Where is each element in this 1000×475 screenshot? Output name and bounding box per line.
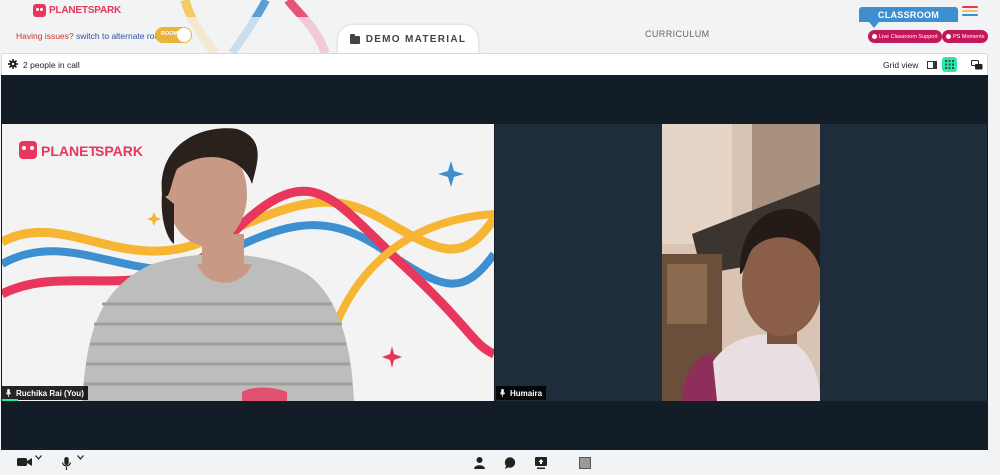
speaker-view-button[interactable] (924, 57, 939, 72)
demo-material-label: DEMO MATERIAL (365, 34, 467, 45)
audio-level-indicator (2, 399, 18, 401)
whiteboard-icon (579, 457, 591, 469)
connection-issues-text: Having issues? switch to alternate room (16, 31, 166, 41)
whiteboard-button[interactable] (579, 457, 591, 469)
screen-share-button[interactable] (535, 457, 547, 469)
screen-share-icon (535, 457, 547, 469)
gear-icon[interactable] (8, 59, 18, 69)
video-camera-icon (17, 458, 32, 466)
toggle-knob (177, 28, 191, 42)
participant-name: Humaira (510, 388, 543, 398)
camera-button[interactable] (17, 457, 33, 467)
participant-name-tag: Humaira (496, 386, 547, 400)
live-classroom-support-button[interactable]: Live Classroom Support (868, 30, 942, 43)
switch-room-link[interactable]: switch to alternate room (76, 31, 166, 41)
video-stage: PLANET SPARK Ruchika Rai (You) Humaira (1, 75, 988, 450)
chat-toggle-button[interactable] (969, 57, 984, 72)
support-icon (872, 34, 877, 39)
tab-curriculum[interactable]: CURRICULUM (645, 29, 710, 39)
robot-logo-icon (33, 4, 46, 17)
issues-label: Having issues? (16, 31, 74, 41)
ps-moments-button[interactable]: PS Moments (942, 30, 989, 43)
speaker-view-icon (926, 60, 937, 69)
camera-options-dropdown[interactable] (35, 455, 42, 460)
grid-view-icon (945, 60, 954, 69)
live-support-label: Live Classroom Support (879, 33, 938, 40)
people-in-call-count: 2 people in call (23, 60, 80, 70)
microphone-icon (6, 389, 11, 397)
microphone-options-dropdown[interactable] (77, 455, 84, 460)
participants-button[interactable] (474, 457, 485, 469)
chat-button[interactable] (504, 457, 516, 469)
microphone-icon (62, 457, 71, 470)
planetspark-logo: PLANETSPARK (33, 4, 121, 17)
tab-classroom[interactable]: CLASSROOM (859, 7, 958, 28)
person-icon (474, 457, 485, 469)
room-toggle-label: ROOM (161, 31, 179, 37)
chat-icon (504, 457, 516, 469)
svg-text:PLANET: PLANET (41, 143, 97, 159)
grid-view-label: Grid view (883, 60, 919, 70)
svg-text:SPARK: SPARK (95, 143, 143, 159)
microphone-button[interactable] (62, 457, 71, 470)
video-tile-ruchika[interactable]: PLANET SPARK (2, 124, 494, 401)
call-controls-bar (0, 450, 1000, 475)
alternate-room-toggle[interactable]: ROOM (155, 27, 192, 43)
ps-moments-label: PS Moments (953, 33, 985, 40)
microphone-icon (500, 389, 505, 397)
page-scrollbar[interactable] (989, 53, 1000, 450)
decorative-waves (0, 0, 1000, 53)
humaira-video-feed (662, 124, 820, 401)
participant-name-tag: Ruchika Rai (You) (2, 386, 88, 400)
ruchika-video-feed: PLANET SPARK (2, 124, 494, 401)
participant-name: Ruchika Rai (You) (16, 388, 84, 398)
camera-dot-icon (946, 34, 951, 39)
call-header: 2 people in call Grid view (1, 53, 988, 75)
tab-demo-material[interactable]: DEMO MATERIAL (338, 25, 478, 53)
video-tile-humaira[interactable] (662, 124, 820, 401)
chevron-down-icon (77, 455, 84, 460)
folder-icon (349, 33, 360, 44)
chevron-down-icon (35, 455, 42, 460)
classroom-label: CLASSROOM (877, 9, 940, 20)
chat-bubbles-icon (970, 59, 982, 69)
menu-icon[interactable] (962, 6, 978, 18)
top-bar: PLANETSPARK Having issues? switch to alt… (0, 0, 1000, 53)
logo-wordmark: PLANETSPARK (49, 5, 122, 16)
grid-view-button[interactable] (942, 57, 957, 72)
